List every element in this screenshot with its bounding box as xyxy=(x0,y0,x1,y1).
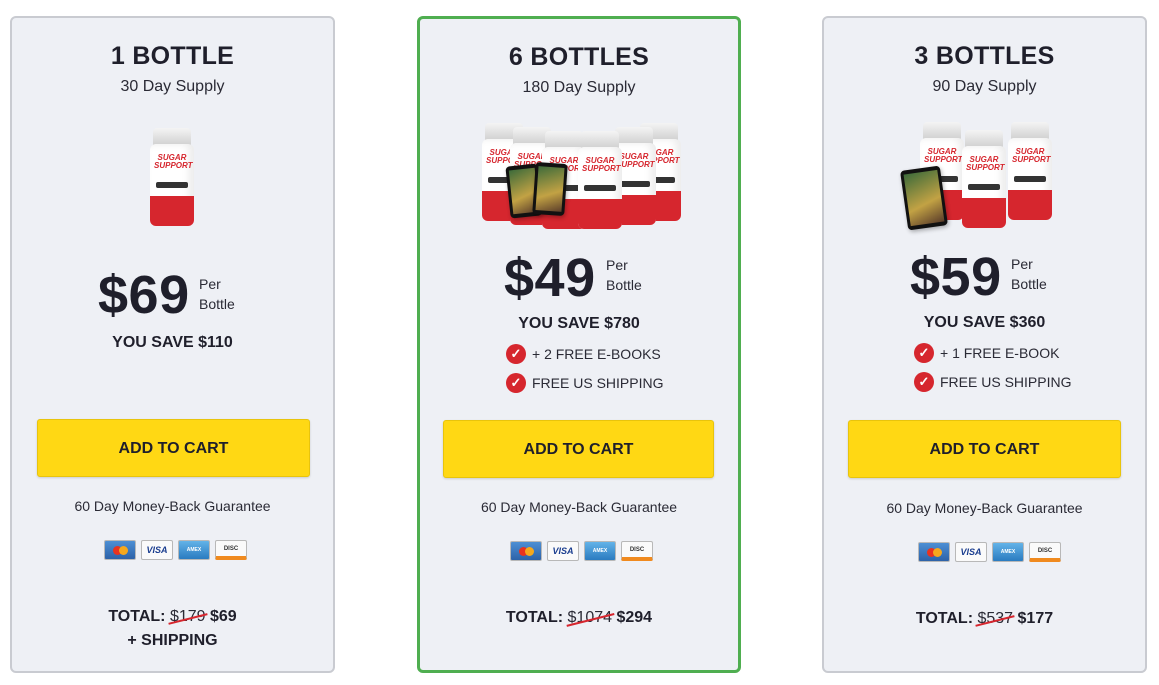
total-line: TOTAL: $179 $69 xyxy=(108,608,237,625)
mastercard-icon xyxy=(510,541,542,561)
payment-cards: VISA AMEX DISC xyxy=(104,540,247,560)
payment-cards: VISA AMEX DISC xyxy=(510,541,653,561)
visa-icon: VISA xyxy=(141,540,173,560)
old-total: $1074 xyxy=(567,609,613,626)
savings-text: YOU SAVE $110 xyxy=(112,334,233,351)
savings-text: YOU SAVE $360 xyxy=(923,314,1046,331)
check-circle-icon: ✓ xyxy=(506,373,526,393)
perk-item: ✓ FREE US SHIPPING xyxy=(914,372,1071,392)
add-to-cart-button[interactable]: ADD TO CART xyxy=(37,419,310,477)
price-unit: Per Bottle xyxy=(1011,256,1047,292)
pricing-card-6-bottles: 6 BOTTLES 180 Day Supply SUGAR SUPPORT SU… xyxy=(417,16,741,673)
guarantee-text: 60 Day Money-Back Guarantee xyxy=(480,499,678,515)
perk-item: ✓ + 2 FREE E-BOOKS xyxy=(506,344,661,364)
ebook-image xyxy=(900,165,948,231)
price: $69 xyxy=(98,265,190,325)
plan-title: 3 BOTTLES xyxy=(914,42,1055,70)
check-circle-icon: ✓ xyxy=(914,343,934,363)
amex-icon: AMEX xyxy=(178,540,210,560)
plan-title: 1 BOTTLE xyxy=(110,42,235,70)
check-circle-icon: ✓ xyxy=(506,344,526,364)
discover-icon: DISC xyxy=(215,540,247,560)
amex-icon: AMEX xyxy=(992,542,1024,562)
old-total: $179 xyxy=(169,608,206,625)
guarantee-text: 60 Day Money-Back Guarantee xyxy=(74,498,271,514)
mastercard-icon xyxy=(918,542,950,562)
guarantee-text: 60 Day Money-Back Guarantee xyxy=(886,500,1083,516)
bottle-image: SUGAR SUPPORT xyxy=(150,128,194,226)
shipping-note: + SHIPPING xyxy=(127,632,218,649)
discover-icon: DISC xyxy=(621,541,653,561)
product-image: SUGAR SUPPORT xyxy=(150,128,198,228)
plan-supply: 90 Day Supply xyxy=(932,78,1037,95)
mastercard-icon xyxy=(104,540,136,560)
new-total: $294 xyxy=(616,609,653,626)
new-total: $69 xyxy=(209,608,237,625)
add-to-cart-button[interactable]: ADD TO CART xyxy=(848,420,1121,478)
old-total: $537 xyxy=(977,610,1014,627)
total-line: TOTAL: $537 $177 xyxy=(915,610,1054,627)
pricing-card-3-bottles: 3 BOTTLES 90 Day Supply SUGAR SUPPORT SUG… xyxy=(822,16,1147,673)
plan-supply: 30 Day Supply xyxy=(120,78,225,95)
perk-item: ✓ + 1 FREE E-BOOK xyxy=(914,343,1059,363)
plan-supply: 180 Day Supply xyxy=(522,79,636,96)
check-circle-icon: ✓ xyxy=(914,372,934,392)
product-image: SUGAR SUPPORT SUGAR SUPPORT SUGAR SUPPORT xyxy=(900,122,1060,234)
payment-cards: VISA AMEX DISC xyxy=(918,542,1061,562)
perk-item: ✓ FREE US SHIPPING xyxy=(506,373,663,393)
plan-title: 6 BOTTLES xyxy=(508,43,650,71)
product-image: SUGAR SUPPORT SUGAR SUPPORT SUGAR SUPPORT S… xyxy=(482,123,682,229)
visa-icon: VISA xyxy=(547,541,579,561)
total-line: TOTAL: $1074 $294 xyxy=(505,609,653,626)
price-unit: Per Bottle xyxy=(199,276,235,312)
pricing-card-1-bottle: 1 BOTTLE 30 Day Supply SUGAR SUPPORT $69 … xyxy=(10,16,335,673)
price-unit: Per Bottle xyxy=(606,257,642,293)
new-total: $177 xyxy=(1017,610,1054,627)
add-to-cart-button[interactable]: ADD TO CART xyxy=(443,420,714,478)
discover-icon: DISC xyxy=(1029,542,1061,562)
amex-icon: AMEX xyxy=(584,541,616,561)
price: $49 xyxy=(504,248,596,308)
price: $59 xyxy=(910,247,1002,307)
visa-icon: VISA xyxy=(955,542,987,562)
ebook-image xyxy=(532,161,568,217)
savings-text: YOU SAVE $780 xyxy=(518,315,640,332)
